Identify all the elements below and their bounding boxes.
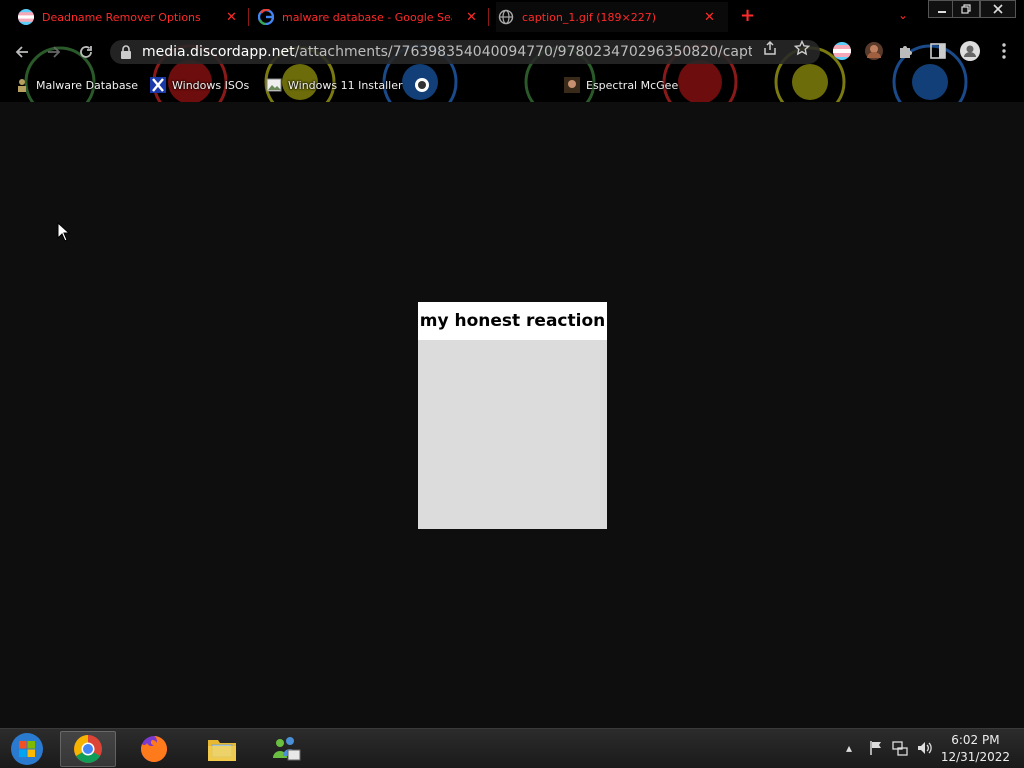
tab-close-icon[interactable]: ✕ <box>226 10 237 25</box>
bookmark-windows-isos[interactable]: Windows ISOs <box>150 75 249 95</box>
clock-time: 6:02 PM <box>951 733 1000 747</box>
browser-chrome: Deadname Remover Options ✕ malware datab… <box>0 0 1024 102</box>
file-explorer-icon <box>208 740 236 761</box>
bookmark-malware-database[interactable]: Malware Database <box>14 75 138 95</box>
bookmark-label: Windows 11 Installer <box>288 78 403 92</box>
lock-icon[interactable] <box>120 45 132 59</box>
browser-toolbar: media.discordapp.net/attachments/7763983… <box>0 36 1024 68</box>
reload-icon <box>80 46 92 58</box>
tab-close-icon[interactable]: ✕ <box>704 10 715 25</box>
network-tray-icon[interactable] <box>892 740 908 759</box>
bookmark-icon <box>414 77 430 93</box>
bookmark-windows-11-installer[interactable]: Windows 11 Installer <box>266 75 403 95</box>
google-icon <box>258 9 274 25</box>
tab-separator <box>248 8 249 26</box>
new-tab-button[interactable]: + <box>740 7 755 25</box>
profile-avatar-icon[interactable] <box>960 41 980 61</box>
gif-photo <box>418 340 607 529</box>
tab-title: caption_1.gif (189×227) <box>522 10 657 24</box>
bookmark-label: Malware Database <box>36 78 139 92</box>
start-orb-icon <box>11 733 43 765</box>
forward-button[interactable] <box>42 40 66 64</box>
gif-caption: my honest reaction <box>419 311 606 331</box>
url-text: media.discordapp.net/attachments/7763983… <box>142 44 752 60</box>
tab-malware-search[interactable]: malware database - Google Searc ✕ <box>258 2 486 32</box>
volume-icon[interactable] <box>916 740 934 759</box>
avatar-icon <box>564 77 580 93</box>
kebab-menu-icon[interactable] <box>994 41 1014 61</box>
mouse-cursor-icon <box>57 222 71 242</box>
back-button[interactable] <box>10 40 34 64</box>
system-clock[interactable]: 6:02 PM 12/31/2022 <box>941 732 1010 766</box>
tab-title: Deadname Remover Options <box>42 10 201 24</box>
chrome-icon <box>74 735 102 763</box>
tab-deadname-remover[interactable]: Deadname Remover Options ✕ <box>18 2 246 32</box>
tab-close-icon[interactable]: ✕ <box>466 10 477 25</box>
bookmark-item[interactable] <box>414 75 436 95</box>
profile-extension-icon[interactable] <box>864 41 884 61</box>
gif-image[interactable]: my honest reaction <box>418 302 607 529</box>
screen: Deadname Remover Options ✕ malware datab… <box>0 0 1024 768</box>
bookmarks-bar: Malware Database Windows ISOs Windows 11… <box>0 72 1024 98</box>
tab-search-chevron-icon[interactable]: ⌄ <box>898 8 908 22</box>
tray-overflow-chevron-icon[interactable]: ▴ <box>846 741 852 755</box>
tab-separator <box>488 8 489 26</box>
tab-caption-gif[interactable]: caption_1.gif (189×227) ✕ <box>496 2 728 32</box>
bookmark-star-icon[interactable] <box>793 39 811 60</box>
url-path: /attachments/776398354040094770/97802347… <box>294 44 752 60</box>
taskbar: ▴ 6:02 PM 12/31/2022 <box>0 728 1024 768</box>
side-panel-icon[interactable] <box>928 41 948 61</box>
back-arrow-icon <box>15 46 28 58</box>
url-host: media.discordapp.net <box>142 44 295 60</box>
restore-button[interactable] <box>952 0 980 18</box>
taskbar-firefox[interactable] <box>126 731 182 767</box>
action-center-flag-icon[interactable] <box>868 740 884 759</box>
person-icon <box>14 77 30 93</box>
bookmark-espectral-mcgee[interactable]: Espectral McGee <box>564 75 678 95</box>
close-window-button[interactable] <box>980 0 1016 18</box>
share-icon[interactable] <box>762 40 778 60</box>
clock-date: 12/31/2022 <box>940 750 1010 764</box>
trans-flag-extension-icon[interactable] <box>832 41 852 61</box>
taskbar-chrome[interactable] <box>60 731 116 767</box>
forward-arrow-icon <box>48 46 61 58</box>
image-icon <box>266 77 282 93</box>
tab-title: malware database - Google Searc <box>282 10 452 24</box>
network-app-icon <box>273 737 301 761</box>
reload-button[interactable] <box>74 40 98 64</box>
tab-strip: Deadname Remover Options ✕ malware datab… <box>0 0 1024 34</box>
start-button[interactable] <box>0 731 54 767</box>
bookmark-label: Espectral McGee <box>586 78 679 92</box>
firefox-icon <box>141 736 167 762</box>
taskbar-file-explorer[interactable] <box>194 731 250 767</box>
globe-icon <box>498 9 514 25</box>
address-bar[interactable]: media.discordapp.net/attachments/7763983… <box>110 40 820 64</box>
puzzle-extensions-icon[interactable] <box>896 41 916 61</box>
bookmark-label: Windows ISOs <box>172 78 250 92</box>
trans-flag-icon <box>18 9 34 25</box>
x-logo-icon <box>150 77 166 93</box>
taskbar-network-app[interactable] <box>258 731 314 767</box>
